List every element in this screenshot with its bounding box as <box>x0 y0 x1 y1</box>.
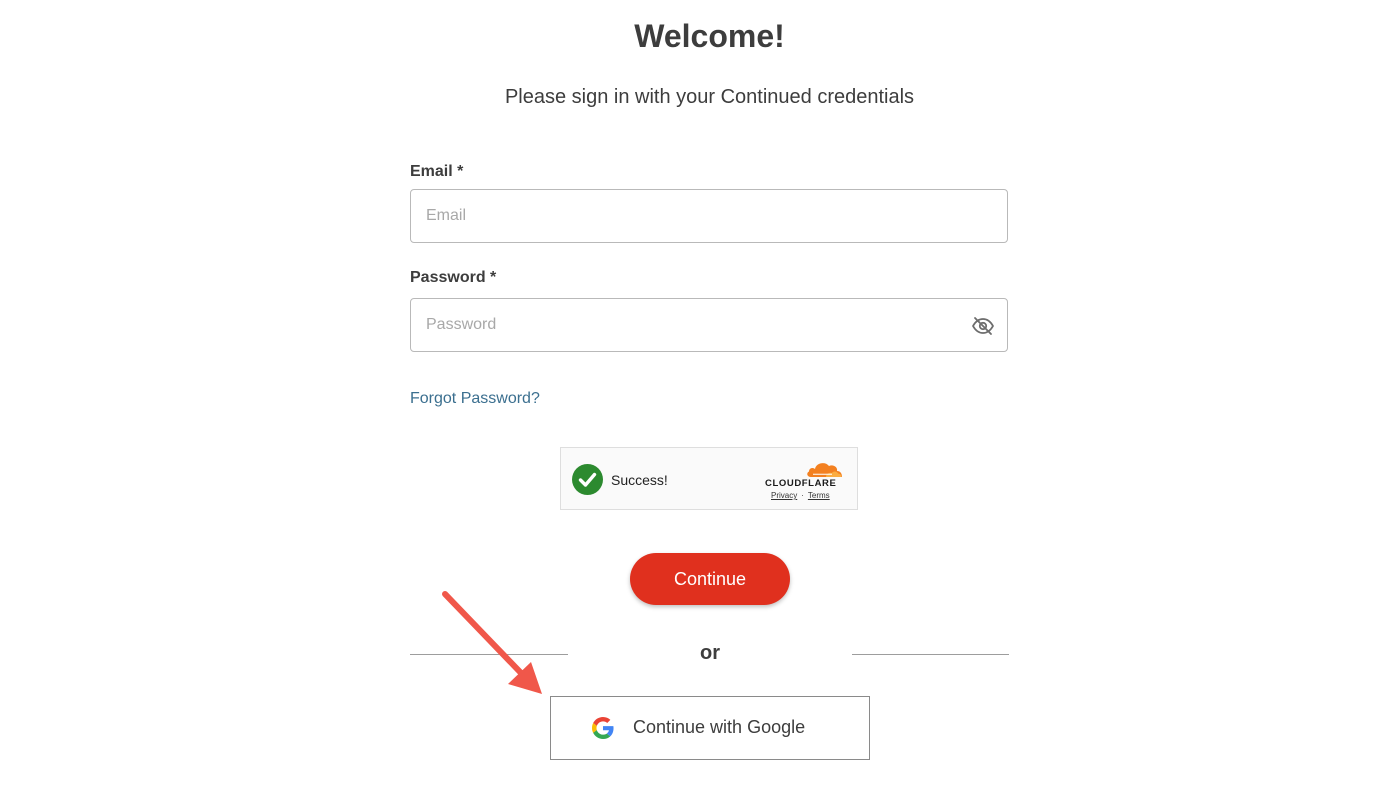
success-check-icon <box>572 464 603 495</box>
divider-line-left <box>410 654 568 655</box>
google-icon <box>592 717 614 739</box>
cloudflare-captcha-widget[interactable]: Success! CLOUDFLARE Privacy · Terms <box>560 447 858 510</box>
terms-link[interactable]: Terms <box>808 491 830 500</box>
links-separator: · <box>801 491 804 500</box>
divider-or-text: or <box>700 642 720 664</box>
email-input[interactable] <box>426 190 966 242</box>
email-field-container <box>410 189 1008 243</box>
page-subtitle: Please sign in with your Continued crede… <box>504 86 915 108</box>
cloudflare-cloud-icon <box>807 463 842 477</box>
cloudflare-wordmark: CLOUDFLARE <box>765 478 837 489</box>
continue-with-google-button[interactable]: Continue with Google <box>550 696 870 760</box>
eye-off-icon[interactable] <box>971 314 995 338</box>
annotation-arrow-icon <box>442 591 542 694</box>
email-label: Email * <box>410 163 464 180</box>
password-input[interactable] <box>426 299 966 351</box>
password-label: Password * <box>410 269 497 286</box>
page-title: Welcome! <box>634 18 785 54</box>
captcha-status-text: Success! <box>611 472 668 488</box>
google-button-label: Continue with Google <box>633 717 806 737</box>
privacy-link[interactable]: Privacy <box>771 491 797 500</box>
password-field-container <box>410 298 1008 352</box>
sign-in-page: Welcome! Please sign in with your Contin… <box>0 0 1377 793</box>
continue-button[interactable]: Continue <box>630 553 790 605</box>
divider-line-right <box>852 654 1009 655</box>
forgot-password-link[interactable]: Forgot Password? <box>410 390 540 408</box>
captcha-links: Privacy · Terms <box>771 491 830 500</box>
